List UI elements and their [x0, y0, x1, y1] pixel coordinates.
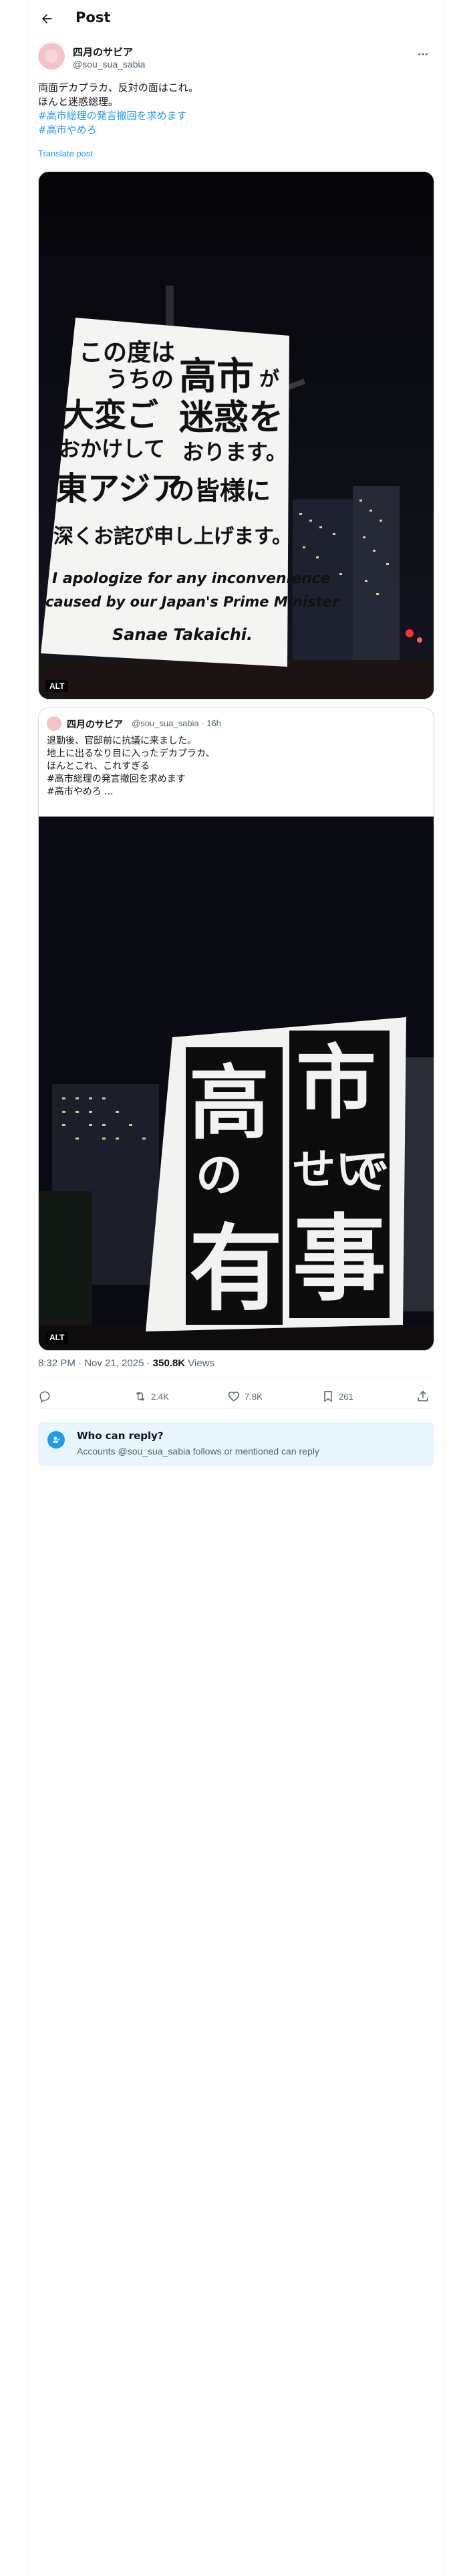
like-button[interactable]: 7.8K	[227, 1383, 263, 1410]
share-button[interactable]	[416, 1383, 430, 1410]
who-can-reply-subtitle: Accounts @sou_sua_sabia follows or menti…	[77, 1446, 319, 1457]
post-image[interactable]: この度は うちの 高市 が 大変ご 迷惑を おかけして おります。 東アジア の…	[38, 171, 434, 700]
quoted-text-line: 地上に出るなり目に入ったデカプラカ、	[47, 748, 215, 759]
sign-char: 有	[189, 1215, 283, 1324]
post-time[interactable]: 8:32 PM · Nov 21, 2025 ·	[38, 1358, 153, 1369]
hashtag-link[interactable]: #高市総理の発言撤回を求めます	[38, 109, 434, 123]
user-check-icon	[47, 1431, 65, 1448]
post-column: Post 四月のサビア @sou_sua_sabia 両面デカプラカ、反対の面は…	[27, 0, 444, 1409]
who-can-reply-box: Who can reply? Accounts @sou_sua_sabia f…	[38, 1422, 434, 1466]
reply-button[interactable]	[38, 1383, 51, 1410]
bookmark-icon	[324, 1391, 332, 1402]
sign-line: 高市	[179, 355, 254, 399]
sign-line: この度は	[79, 339, 175, 366]
sign-line: の皆様に	[169, 476, 271, 506]
quoted-text-line: 退勤後、官邸前に抗議に来ました。	[47, 736, 196, 746]
sign-line: caused by our Japan's Prime Minister	[45, 594, 340, 610]
post-timestamp: 8:32 PM · Nov 21, 2025 · 350.8K Views	[38, 1358, 214, 1369]
quoted-post[interactable]: 四月のサビア @sou_sua_sabia · 16h 退勤後、官邸前に抗議に来…	[38, 708, 434, 1351]
sign-line: Sanae Takaichi.	[112, 625, 253, 644]
sign-line: おかけして	[59, 436, 165, 461]
sign-char: 高	[189, 1057, 269, 1150]
sign-char: 市	[296, 1037, 376, 1130]
page-title: Post	[76, 9, 111, 25]
post-text-line: ほんと迷惑総理。	[38, 96, 119, 108]
sign-char: 事	[293, 1205, 386, 1314]
sign-line: 大変ご	[62, 397, 158, 434]
post-author-row: 四月のサビア @sou_sua_sabia	[38, 43, 434, 75]
quoted-text-line: #高市やめろ ...	[47, 786, 114, 797]
post-text-line: 両面デカプラカ、反対の面はこれ。	[38, 82, 198, 94]
action-bar: 2.4K 7.8K 261	[38, 1383, 434, 1410]
protest-sign-photo: この度は うちの 高市 が 大変ご 迷惑を おかけして おります。 東アジア の…	[39, 172, 434, 699]
quoted-text-line: ほんとこれ、これすぎる	[47, 761, 150, 772]
repost-button[interactable]: 2.4K	[134, 1383, 169, 1410]
author-name[interactable]: 四月のサビア	[73, 45, 133, 59]
post-text: 両面デカプラカ、反対の面はこれ。 ほんと迷惑総理。 #高市総理の発言撤回を求めま…	[38, 81, 434, 137]
protest-sign-photo: 高 市 の せい で 有 事	[39, 817, 434, 1350]
alt-badge[interactable]: ALT	[45, 680, 69, 692]
bookmark-count: 261	[339, 1391, 353, 1402]
share-icon	[418, 1390, 428, 1402]
translate-post-link[interactable]: Translate post	[38, 148, 93, 158]
views-label: Views	[185, 1358, 215, 1369]
arrow-left-icon	[42, 14, 52, 23]
alt-badge[interactable]: ALT	[45, 1331, 69, 1344]
sign-line: 東アジア	[55, 470, 182, 508]
author-handle[interactable]: @sou_sua_sabia	[73, 59, 145, 70]
quoted-author-handle: @sou_sua_sabia · 16h	[132, 718, 221, 728]
sign-char: の	[196, 1148, 243, 1202]
hashtag-link[interactable]: #高市やめろ	[38, 123, 434, 137]
quoted-image[interactable]: 高 市 の せい で 有 事 ALT	[39, 817, 434, 1350]
avatar[interactable]	[38, 43, 65, 70]
like-count: 7.8K	[245, 1391, 263, 1402]
reply-icon	[39, 1391, 50, 1403]
sign-line: が	[259, 368, 279, 391]
repost-icon	[136, 1392, 145, 1401]
sign-line: 深くお詫び申し上げます。	[53, 525, 292, 548]
sign-line: 迷惑を	[179, 398, 283, 438]
back-button[interactable]	[35, 7, 58, 30]
bookmark-button[interactable]: 261	[321, 1383, 353, 1410]
quoted-text-line: #高市総理の発言撤回を求めます	[47, 774, 186, 784]
quoted-author-name: 四月のサビア	[67, 720, 123, 730]
top-bar: Post	[27, 0, 444, 37]
heart-icon	[228, 1391, 240, 1402]
quoted-avatar	[47, 716, 61, 731]
column-continuation: Who can reply? Accounts @sou_sua_sabia f…	[27, 1409, 444, 2576]
who-can-reply-title: Who can reply?	[77, 1430, 164, 1442]
views-count: 350.8K	[152, 1358, 186, 1369]
sign-char: で	[343, 1144, 390, 1199]
more-options-button[interactable]	[412, 43, 434, 66]
sign-line: うちの	[106, 366, 174, 393]
sign-line: おります。	[182, 439, 287, 465]
sign-line: I apologize for any inconvenience	[52, 570, 331, 587]
repost-count: 2.4K	[151, 1391, 169, 1402]
quoted-text: 退勤後、官邸前に抗議に来ました。 地上に出るなり目に入ったデカプラカ、 ほんとこ…	[47, 735, 421, 798]
more-dots-icon	[418, 53, 428, 56]
